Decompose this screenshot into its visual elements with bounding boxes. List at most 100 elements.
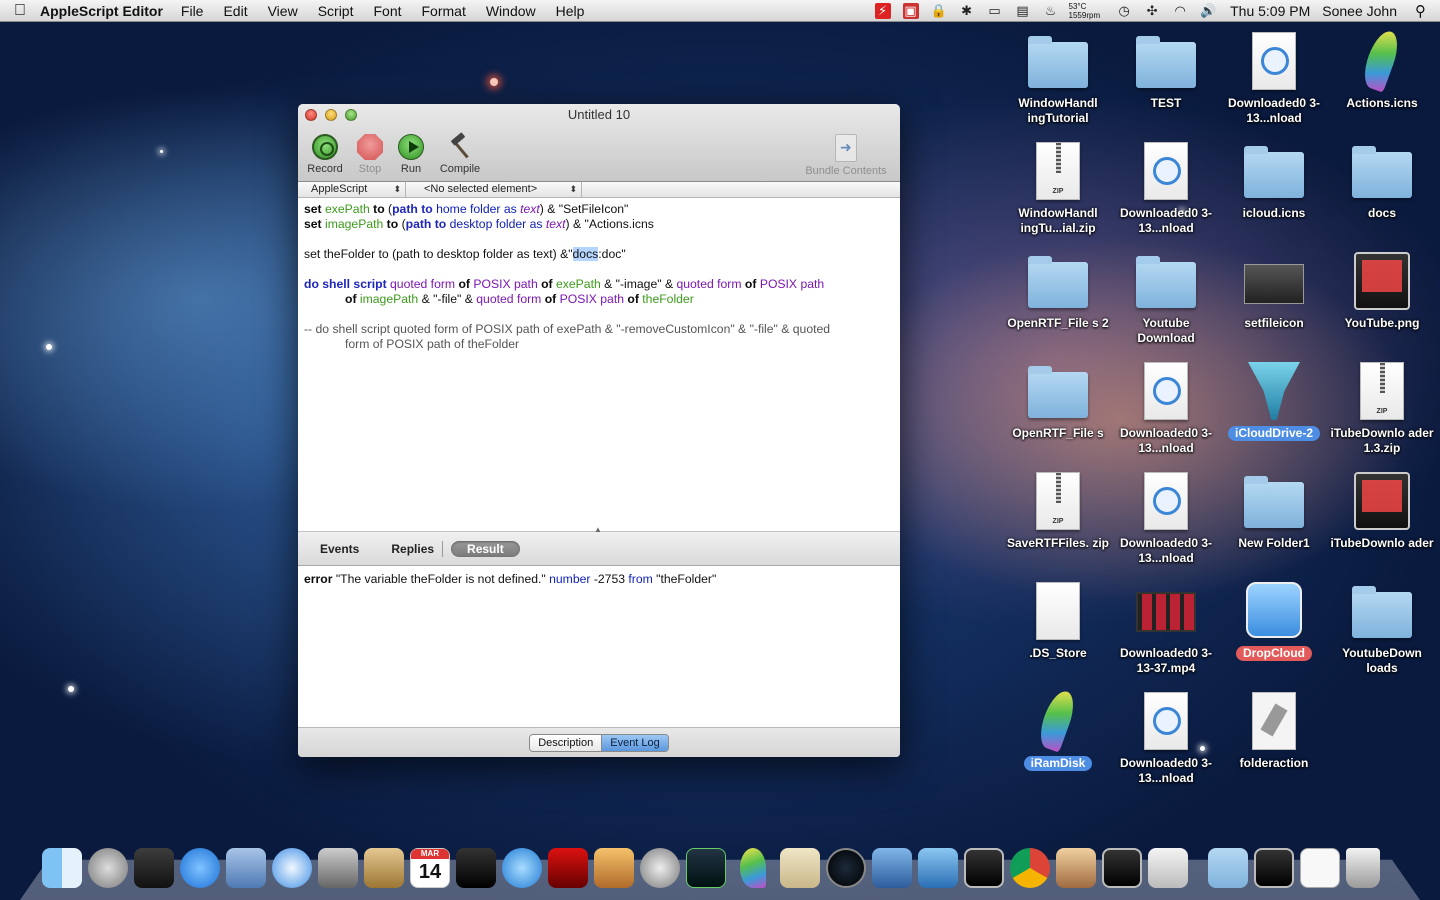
paw-icon[interactable]: ✱ bbox=[959, 3, 975, 19]
itube-dock-icon[interactable] bbox=[964, 848, 1004, 888]
menu-help[interactable]: Help bbox=[556, 3, 585, 19]
language-popup[interactable]: AppleScript ⬍ bbox=[298, 182, 406, 197]
system-preferences-icon[interactable] bbox=[640, 848, 680, 888]
script-editor[interactable]: set exePath to (path to home folder as t… bbox=[298, 198, 900, 534]
desktop-icon[interactable]: Downloaded0 3-13-37.mp4 bbox=[1114, 580, 1218, 676]
menu-font[interactable]: Font bbox=[373, 3, 401, 19]
event-log-button[interactable]: Event Log bbox=[601, 735, 668, 751]
address-book-icon[interactable] bbox=[364, 848, 404, 888]
time-machine-icon[interactable]: ◷ bbox=[1116, 3, 1132, 19]
xcode-icon[interactable] bbox=[918, 848, 958, 888]
menubar-clock[interactable]: Thu 5:09 PM bbox=[1230, 3, 1310, 19]
element-popup[interactable]: <No selected element> ⬍ bbox=[406, 182, 582, 197]
script-paper-icon[interactable] bbox=[780, 848, 820, 888]
drive-icon[interactable]: ▤ bbox=[1015, 3, 1031, 19]
desktop-icon[interactable]: YoutubeDown loads bbox=[1330, 580, 1434, 676]
menu-view[interactable]: View bbox=[268, 3, 298, 19]
downloads-stack-icon[interactable] bbox=[1254, 848, 1294, 888]
dashboard-icon[interactable] bbox=[134, 848, 174, 888]
wifi-icon[interactable]: ◠ bbox=[1172, 3, 1188, 19]
desktop-icon[interactable]: Downloaded0 3-13...nload bbox=[1114, 140, 1218, 236]
result-token: "The variable theFolder is not defined." bbox=[335, 572, 546, 586]
charts-icon[interactable] bbox=[872, 848, 912, 888]
window-titlebar[interactable]: Untitled 10 Record Stop Run Compile Bund… bbox=[298, 104, 900, 182]
view-segmented-control: Description Event Log bbox=[529, 734, 669, 752]
menu-window[interactable]: Window bbox=[486, 3, 536, 19]
code-token: quoted form bbox=[390, 277, 456, 291]
result-pane[interactable]: error "The variable theFolder is not def… bbox=[298, 566, 900, 728]
desktop-icon[interactable]: Downloaded0 3-13...nload bbox=[1114, 470, 1218, 566]
applications-stack-icon[interactable] bbox=[1208, 848, 1248, 888]
flash-icon[interactable]: ⚡ bbox=[874, 3, 891, 19]
compile-button[interactable]: Compile bbox=[435, 134, 485, 175]
temperature-readout[interactable]: 53°C 1559rpm bbox=[1069, 2, 1101, 20]
app-menu[interactable]: AppleScript Editor bbox=[40, 3, 163, 19]
desktop-icon[interactable]: WindowHandl ingTutorial bbox=[1006, 30, 1110, 126]
run-button[interactable]: Run bbox=[386, 134, 436, 175]
desktop-icon[interactable]: ZIP iTubeDownlo ader 1.3.zip bbox=[1330, 360, 1434, 456]
chrome-icon[interactable] bbox=[1010, 848, 1050, 888]
split-handle-icon[interactable]: ▲ bbox=[594, 522, 602, 537]
desktop-icon[interactable]: OpenRTF_File s 2 bbox=[1006, 250, 1110, 331]
desktop-icon[interactable]: Downloaded0 3-13...nload bbox=[1114, 360, 1218, 456]
script-editor-dock-icon[interactable] bbox=[1148, 848, 1188, 888]
fan-icon[interactable]: ♨ bbox=[1043, 3, 1059, 19]
activity-monitor-icon[interactable] bbox=[686, 848, 726, 888]
desktop-icon[interactable]: Downloaded0 3-13...nload bbox=[1222, 30, 1326, 126]
app-store-icon[interactable] bbox=[180, 848, 220, 888]
tab-events[interactable]: Events bbox=[320, 542, 359, 556]
spotlight-search-icon[interactable]: ⚲ bbox=[1415, 2, 1426, 20]
bluetooth-icon[interactable]: ✣ bbox=[1144, 3, 1160, 19]
iphoto-icon[interactable] bbox=[594, 848, 634, 888]
desktop-icon[interactable]: DropCloud bbox=[1222, 580, 1326, 662]
user-menu[interactable]: Sonee John bbox=[1322, 3, 1397, 19]
desktop-icon[interactable]: New Folder1 bbox=[1222, 470, 1326, 551]
desktop-icon[interactable]: icloud.icns bbox=[1222, 140, 1326, 221]
desktop-icon[interactable]: YouTube.png bbox=[1330, 250, 1434, 331]
desktop-icon[interactable]: iTubeDownlo ader bbox=[1330, 470, 1434, 551]
document-stack-icon[interactable] bbox=[1300, 848, 1340, 888]
photo-browser-icon[interactable] bbox=[1056, 848, 1096, 888]
desktop-icon[interactable]: Actions.icns bbox=[1330, 27, 1434, 111]
menu-file[interactable]: File bbox=[181, 3, 204, 19]
itunes-icon[interactable] bbox=[502, 848, 542, 888]
desktop-icon[interactable]: ZIP WindowHandl ingTu...ial.zip bbox=[1006, 140, 1110, 236]
desktop-icon[interactable]: iRamDisk bbox=[1006, 687, 1110, 772]
itube-downloader-dock-icon[interactable] bbox=[1102, 848, 1142, 888]
tab-replies[interactable]: Replies bbox=[391, 542, 434, 556]
desktop-icon[interactable]: folderaction bbox=[1222, 690, 1326, 771]
record-button[interactable]: Record bbox=[300, 134, 350, 175]
front-row-icon[interactable] bbox=[456, 848, 496, 888]
desktop-icon[interactable]: .DS_Store bbox=[1006, 580, 1110, 661]
feather-app-icon[interactable] bbox=[740, 848, 766, 888]
preview-icon[interactable] bbox=[226, 848, 266, 888]
desktop-icon[interactable]: Downloaded0 3-13...nload bbox=[1114, 690, 1218, 786]
desktop-icon[interactable]: setfileicon bbox=[1222, 250, 1326, 331]
bundle-contents-button[interactable]: Bundle Contents bbox=[798, 134, 894, 177]
lock-icon[interactable]: 🔒 bbox=[930, 3, 946, 19]
photo-booth-icon[interactable] bbox=[548, 848, 588, 888]
desktop-icon[interactable]: iCloudDrive-2 bbox=[1222, 360, 1326, 442]
menu-format[interactable]: Format bbox=[422, 3, 466, 19]
tray-icon[interactable]: ▭ bbox=[987, 3, 1003, 19]
menu-script[interactable]: Script bbox=[318, 3, 354, 19]
menu-edit[interactable]: Edit bbox=[223, 3, 247, 19]
launchpad-icon[interactable] bbox=[88, 848, 128, 888]
safari-icon[interactable] bbox=[272, 848, 312, 888]
desktop-icon[interactable]: docs bbox=[1330, 140, 1434, 221]
red-menu-icon[interactable]: ▣ bbox=[902, 3, 919, 19]
desktop-icon[interactable]: OpenRTF_File s bbox=[1006, 360, 1110, 441]
finder-icon[interactable] bbox=[42, 848, 82, 888]
apple-menu-icon[interactable]:  bbox=[0, 2, 40, 20]
description-button[interactable]: Description bbox=[530, 735, 602, 751]
tab-result[interactable]: Result bbox=[451, 540, 520, 557]
trash-icon[interactable] bbox=[1346, 848, 1380, 888]
facetime-icon[interactable] bbox=[318, 848, 358, 888]
volume-icon[interactable]: 🔊 bbox=[1200, 3, 1216, 19]
desktop-icon[interactable]: Youtube Download bbox=[1114, 250, 1218, 346]
desktop-icon[interactable]: TEST bbox=[1114, 30, 1218, 111]
calendar-icon[interactable]: MAR 14 bbox=[410, 848, 450, 888]
speed-gauge-icon[interactable] bbox=[826, 848, 866, 888]
desktop-icon[interactable]: ZIP SaveRTFFiles. zip bbox=[1006, 470, 1110, 551]
